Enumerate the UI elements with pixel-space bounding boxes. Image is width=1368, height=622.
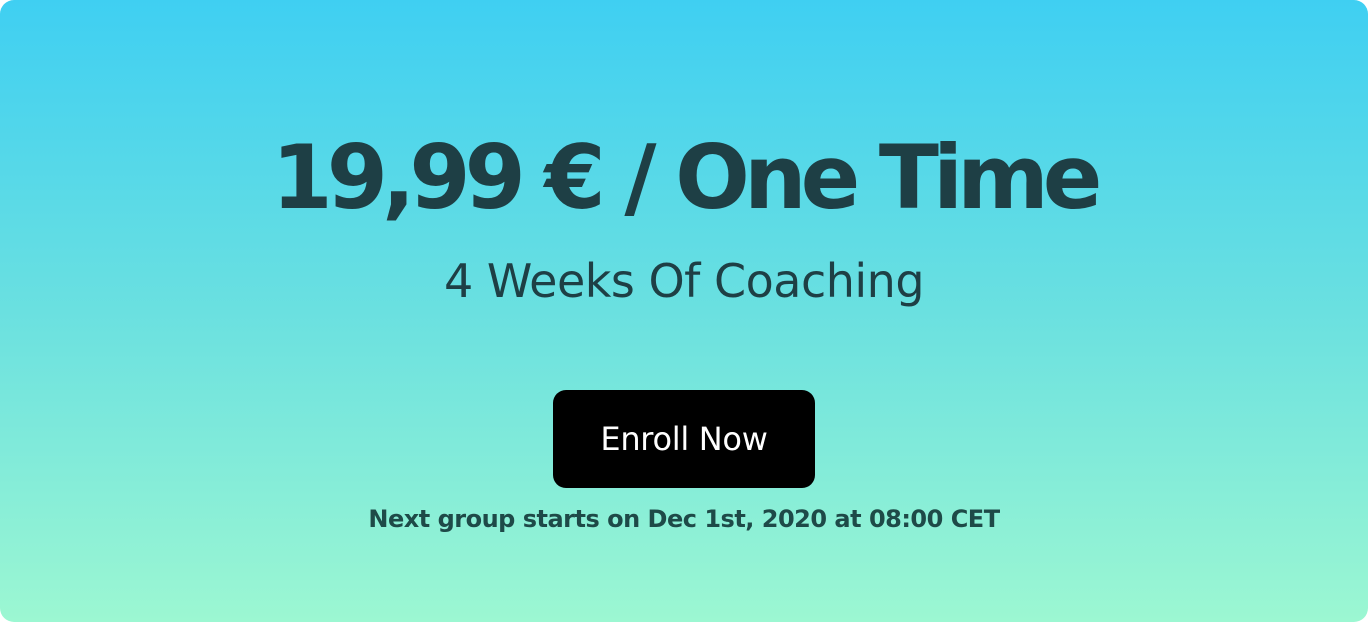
price-heading: 19,99 € / One Time: [271, 126, 1103, 229]
enroll-now-button[interactable]: Enroll Now: [553, 390, 815, 488]
schedule-note: Next group starts on Dec 1st, 2020 at 08…: [368, 505, 1000, 533]
plan-subtitle: 4 Weeks Of Coaching: [443, 254, 925, 308]
pricing-card: 19,99 € / One Time 4 Weeks Of Coaching E…: [0, 0, 1368, 622]
